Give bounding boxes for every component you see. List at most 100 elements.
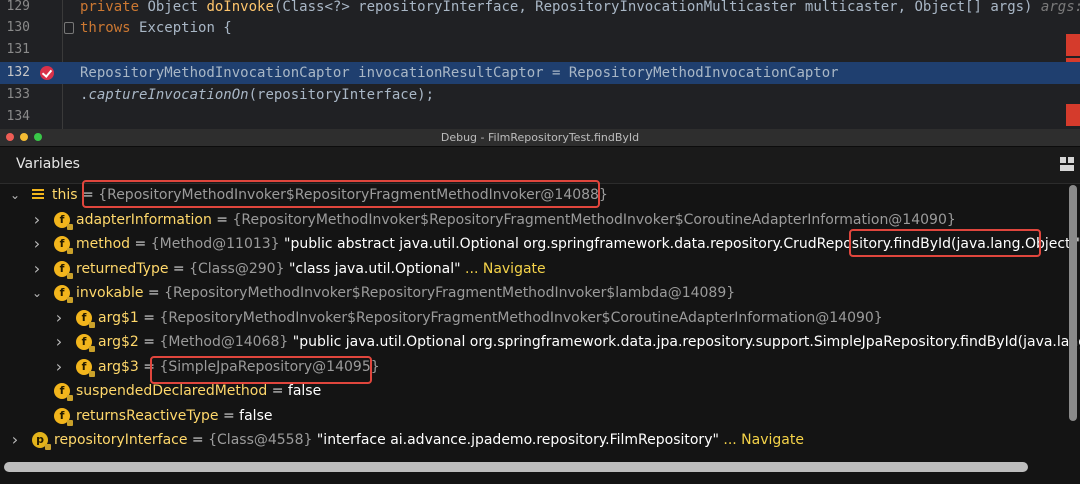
- vertical-scrollbar[interactable]: [1069, 185, 1077, 421]
- line-number[interactable]: 134: [0, 106, 30, 128]
- variable-row[interactable]: › f adapterInformation = {RepositoryMethod…: [0, 208, 1080, 232]
- chevron-down-icon[interactable]: ⌄: [8, 183, 22, 207]
- chevron-right-icon[interactable]: ›: [8, 428, 22, 452]
- chevron-right-icon[interactable]: ›: [52, 355, 66, 379]
- code-line[interactable]: 133 .captureInvocationOn(repositoryInter…: [0, 84, 1080, 106]
- variable-name: this: [52, 187, 78, 203]
- variable-row[interactable]: ⌄ f invokable = {RepositoryMethodInvoker$R…: [0, 281, 1080, 305]
- chevron-right-icon[interactable]: ›: [30, 208, 44, 232]
- code-text[interactable]: throws Exception {: [80, 17, 232, 39]
- lock-icon: [67, 223, 73, 230]
- code-token: throws: [80, 20, 140, 36]
- equals-sign: =: [211, 211, 233, 228]
- debug-tool-window: Debug - FilmRepositoryTest.findById Vari…: [0, 129, 1080, 484]
- equals-sign: =: [138, 309, 160, 326]
- variable-value: "interface ai.advance.jpademo.repository…: [316, 432, 719, 448]
- variable-text[interactable]: returnsReactiveType = false: [76, 404, 272, 428]
- chevron-right-icon[interactable]: ›: [52, 306, 66, 330]
- highlight-box-simplejparepository: [150, 356, 372, 384]
- horizontal-scrollbar[interactable]: [4, 462, 1028, 472]
- variable-name: returnedType: [76, 260, 169, 277]
- variable-text[interactable]: arg$1 = {RepositoryMethodInvoker$Reposit…: [98, 306, 883, 330]
- variables-panel-label: Variables: [16, 156, 80, 172]
- breakpoint-icon[interactable]: [40, 66, 54, 80]
- variable-row[interactable]: › f arg$1 = {RepositoryMethodInvoker$Repos…: [0, 306, 1080, 330]
- layout-settings-icon[interactable]: [1060, 157, 1074, 171]
- highlight-box-this: [82, 180, 600, 208]
- variable-name: invokable: [76, 285, 144, 301]
- code-line[interactable]: 131: [0, 39, 1080, 61]
- variable-row[interactable]: f returnsReactiveType = false: [0, 404, 1080, 428]
- lock-icon: [89, 346, 95, 352]
- code-line[interactable]: 130 throws Exception {: [0, 17, 1080, 39]
- variable-text[interactable]: adapterInformation = {RepositoryMethodIn…: [76, 208, 956, 232]
- field-icon: f: [76, 334, 95, 352]
- parameter-icon: p: [32, 432, 51, 450]
- lock-icon: [67, 248, 73, 254]
- variable-type: {Class@4558}: [208, 432, 313, 448]
- code-token: private: [80, 0, 148, 15]
- equals-sign: =: [218, 407, 240, 424]
- variable-row[interactable]: › f arg$2 = {Method@14068} "public java.ut…: [0, 330, 1080, 354]
- line-number[interactable]: 129: [0, 0, 30, 18]
- variable-type: {RepositoryMethodInvoker$RepositoryFragm…: [232, 211, 956, 228]
- field-icon: f: [54, 407, 73, 426]
- code-line[interactable]: 134: [0, 106, 1080, 128]
- variable-value: "class java.util.Optional": [288, 260, 461, 277]
- variable-text[interactable]: invokable = {RepositoryMethodInvoker$Rep…: [76, 281, 735, 305]
- code-token: (Class<?> repositoryInterface, Repositor…: [273, 0, 1033, 15]
- lock-icon: [67, 395, 73, 401]
- highlight-box-findbyid: [849, 229, 1041, 257]
- code-editor[interactable]: 129 private Object doInvoke(Class<?> repo…: [0, 0, 1080, 129]
- lock-icon: [67, 272, 73, 279]
- equals-sign: =: [130, 236, 151, 252]
- variable-type: {Method@14068}: [159, 334, 289, 350]
- code-line[interactable]: 132 RepositoryMethodInvocationCaptor inv…: [0, 62, 1080, 84]
- variable-name: repositoryInterface: [54, 432, 188, 448]
- line-number[interactable]: 133: [0, 84, 30, 106]
- variable-type: {RepositoryMethodInvoker$RepositoryFragm…: [164, 285, 736, 301]
- variable-row[interactable]: › f returnedType = {Class@290} "class java…: [0, 257, 1080, 281]
- chevron-down-icon[interactable]: ⌄: [30, 281, 44, 305]
- variable-name: suspendedDeclaredMethod: [76, 383, 268, 399]
- line-number[interactable]: 132: [0, 62, 30, 84]
- chevron-right-icon[interactable]: ›: [30, 257, 44, 281]
- code-text[interactable]: RepositoryMethodInvocationCaptor invocat…: [80, 62, 839, 84]
- field-icon: f: [54, 383, 73, 401]
- field-icon: f: [54, 211, 73, 230]
- code-token: (repositoryInterface);: [248, 87, 435, 103]
- chevron-right-icon[interactable]: ›: [52, 330, 66, 354]
- field-icon: f: [76, 358, 95, 377]
- code-token: doInvoke: [206, 0, 274, 15]
- variable-text[interactable]: repositoryInterface = {Class@4558} "inte…: [54, 428, 804, 452]
- debug-title-bar: Debug - FilmRepositoryTest.findById: [0, 129, 1080, 147]
- code-token: Exception {: [139, 20, 232, 36]
- lock-icon: [89, 321, 95, 328]
- equals-sign: =: [168, 260, 190, 277]
- variable-name: arg$1: [98, 309, 139, 326]
- line-number[interactable]: 131: [0, 39, 30, 61]
- fold-icon[interactable]: [64, 22, 74, 34]
- navigate-link[interactable]: ... Navigate: [723, 432, 804, 448]
- code-token: RepositoryMethodInvocationCaptor invocat…: [80, 65, 839, 81]
- variable-row[interactable]: › p repositoryInterface = {Class@4558} "in…: [0, 428, 1080, 452]
- chevron-right-icon[interactable]: ›: [30, 232, 44, 256]
- lock-icon: [45, 444, 51, 450]
- variable-value: false: [287, 383, 322, 399]
- field-icon: f: [54, 236, 73, 254]
- variable-name: arg$3: [98, 358, 139, 375]
- variable-text[interactable]: arg$2 = {Method@14068} "public java.util…: [98, 330, 1080, 354]
- variable-text[interactable]: returnedType = {Class@290} "class java.u…: [76, 257, 546, 281]
- code-line[interactable]: 129 private Object doInvoke(Class<?> repo…: [0, 0, 1080, 18]
- field-icon: f: [76, 309, 95, 328]
- code-token: args:: [1032, 0, 1080, 15]
- equals-sign: =: [138, 334, 160, 350]
- variable-value: "public java.util.Optional org.springfra…: [292, 334, 1080, 350]
- code-text[interactable]: .captureInvocationOn(repositoryInterface…: [80, 84, 434, 106]
- code-token: captureInvocationOn: [88, 87, 249, 103]
- line-number[interactable]: 130: [0, 17, 30, 39]
- local-variable-icon: [32, 189, 44, 200]
- equals-sign: =: [143, 285, 165, 301]
- code-text[interactable]: private Object doInvoke(Class<?> reposit…: [80, 0, 1080, 18]
- navigate-link[interactable]: ... Navigate: [465, 261, 546, 277]
